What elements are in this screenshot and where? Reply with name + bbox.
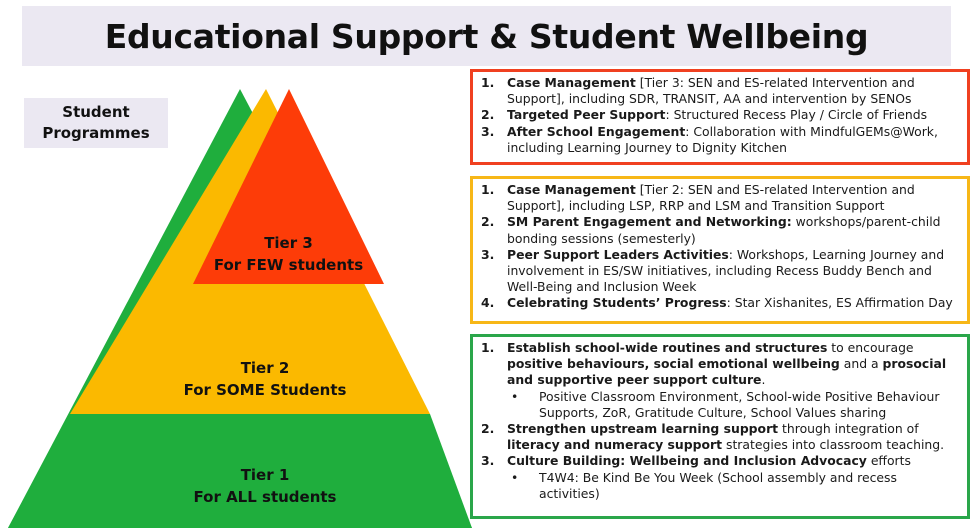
item-emphasis: literacy and numeracy support (507, 437, 723, 453)
item-heading: Culture Building: Wellbeing and Inclusio… (507, 453, 867, 469)
tier1-item-2: 2. Strengthen upstream learning support … (477, 421, 961, 453)
item-number: 3. (481, 246, 495, 262)
tier1-item-1-subpoint: • Positive Classroom Environment, School… (511, 389, 961, 421)
bullet: • (511, 469, 519, 485)
bullet: • (511, 388, 519, 404)
tier1-item-3: 3. Culture Building: Wellbeing and Inclu… (477, 453, 961, 469)
tier2-item-4: 4. Celebrating Students’ Progress: Star … (477, 295, 961, 311)
tier1-audience: For ALL students (193, 488, 337, 506)
tier2-programme-box: 1. Case Management [Tier 2: SEN and ES-r… (470, 176, 970, 324)
item-number: 3. (481, 453, 495, 469)
item-heading: Targeted Peer Support (507, 107, 666, 123)
tier3-audience: For FEW students (213, 256, 364, 274)
tier3-programme-box: 1. Case Management [Tier 3: SEN and ES-r… (470, 69, 970, 165)
item-emphasis: positive behaviours, social emotional we… (507, 356, 840, 372)
item-heading: Establish school-wide routines and struc… (507, 340, 828, 355)
tier3-item-1: 1. Case Management [Tier 3: SEN and ES-r… (477, 75, 961, 107)
item-heading: Celebrating Students’ Progress (507, 295, 727, 311)
item-text: . (761, 372, 766, 388)
tier1-item-1: 1. Establish school-wide routines and st… (477, 340, 961, 389)
item-heading: Case Management (507, 75, 636, 90)
item-text: efforts (866, 453, 911, 469)
tier2-item-3: 3. Peer Support Leaders Activities: Work… (477, 247, 961, 296)
item-number: 1. (481, 340, 495, 355)
item-number: 4. (481, 295, 495, 311)
item-text: to encourage (827, 340, 914, 355)
item-number: 1. (481, 182, 495, 197)
subpoint-text: Positive Classroom Environment, School-w… (539, 388, 940, 420)
item-text: : Structured Recess Play / Circle of Fri… (665, 107, 928, 123)
item-number: 2. (481, 107, 495, 123)
tier1-label: Tier 1 For ALL students (120, 464, 410, 508)
item-heading: After School Engagement (507, 123, 686, 139)
subpoint-text: T4W4: Be Kind Be You Week (School assemb… (539, 469, 897, 501)
item-text: : Star Xishanites, ES Affirmation Day (726, 295, 953, 311)
item-heading: Case Management (507, 182, 636, 197)
item-text: and a (839, 356, 883, 372)
tier3-label: Tier 3 For FEW students (193, 232, 384, 276)
tier3-item-2: 2. Targeted Peer Support: Structured Rec… (477, 107, 961, 123)
tier1-item-3-subpoint: • T4W4: Be Kind Be You Week (School asse… (511, 470, 961, 502)
tier1-programme-box: 1. Establish school-wide routines and st… (470, 334, 970, 519)
item-heading: Peer Support Leaders Activities (507, 246, 729, 262)
tier2-name: Tier 2 (240, 359, 290, 377)
item-number: 2. (481, 214, 495, 230)
item-text: through integration of (778, 421, 919, 437)
tier3-item-3: 3. After School Engagement: Collaboratio… (477, 124, 961, 156)
item-number: 1. (481, 75, 495, 90)
item-heading: SM Parent Engagement and Networking: (507, 214, 792, 230)
tier2-label: Tier 2 For SOME Students (140, 357, 390, 401)
tier1-name: Tier 1 (240, 466, 290, 484)
tier2-item-2: 2. SM Parent Engagement and Networking: … (477, 214, 961, 246)
item-text: strategies into classroom teaching. (722, 437, 945, 453)
tier2-item-1: 1. Case Management [Tier 2: SEN and ES-r… (477, 182, 961, 214)
item-number: 2. (481, 421, 495, 437)
tier3-name: Tier 3 (264, 234, 313, 252)
item-number: 3. (481, 123, 495, 139)
tier2-audience: For SOME Students (183, 381, 347, 399)
item-heading: Strengthen upstream learning support (507, 421, 779, 437)
